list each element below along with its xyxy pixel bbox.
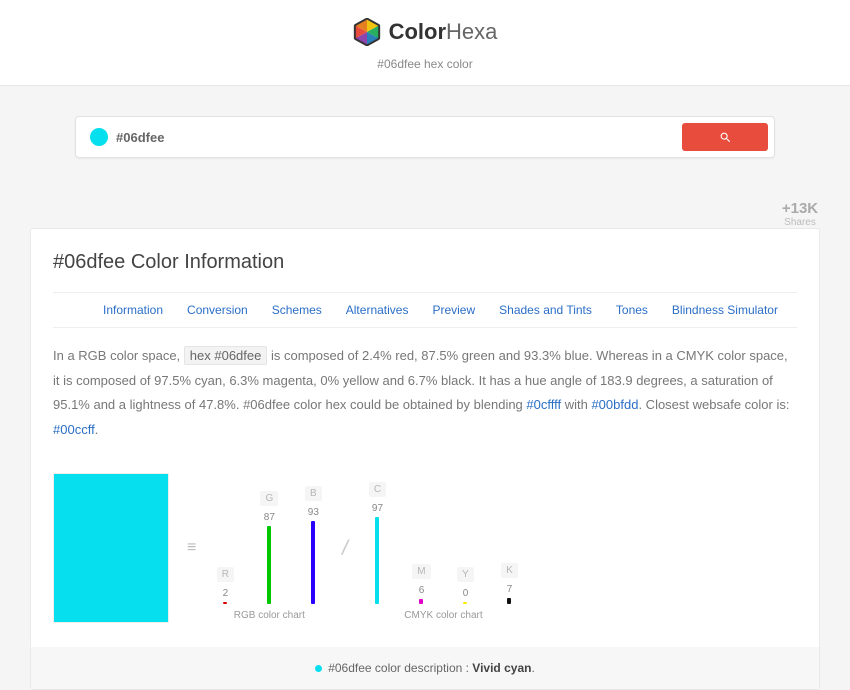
- bar-y: Y0: [454, 567, 476, 604]
- search-bar: [75, 116, 775, 158]
- section-nav: Information Conversion Schemes Alternatives…: [53, 292, 797, 328]
- dot-icon: [315, 665, 322, 672]
- logo-text-main: Color: [389, 19, 446, 44]
- blend-link-2[interactable]: #00bfdd: [591, 397, 638, 412]
- color-swatch: [53, 473, 169, 623]
- search-input[interactable]: [116, 130, 682, 145]
- logo-icon: [353, 18, 381, 46]
- cmyk-chart: C97M6Y0K7 CMYK color chart: [366, 474, 520, 621]
- content-card: #06dfee Color Information Information Con…: [30, 228, 820, 690]
- slash-icon: /: [340, 534, 351, 561]
- nav-schemes[interactable]: Schemes: [272, 303, 322, 317]
- search-button[interactable]: [682, 123, 768, 151]
- bar-g: G87: [258, 491, 280, 604]
- nav-information[interactable]: Information: [103, 303, 163, 317]
- share-count: +13K: [778, 200, 822, 217]
- logo-text-sub: Hexa: [446, 19, 497, 44]
- nav-alternatives[interactable]: Alternatives: [346, 303, 409, 317]
- share-label: Shares: [778, 217, 822, 228]
- page-title: #06dfee Color Information: [53, 251, 797, 274]
- search-icon: [719, 131, 732, 144]
- color-description: #06dfee color description : Vivid cyan.: [31, 647, 819, 689]
- equals-icon: ≡: [187, 539, 196, 557]
- nav-shades-and-tints[interactable]: Shades and Tints: [499, 303, 592, 317]
- rgb-chart: R2G87B93 RGB color chart: [214, 474, 324, 621]
- chart-row: ≡ R2G87B93 RGB color chart / C97M6Y0K7 C…: [53, 463, 797, 647]
- header: ColorHexa #06dfee hex color: [0, 0, 850, 86]
- nav-blindness-simulator[interactable]: Blindness Simulator: [672, 303, 778, 317]
- description: In a RGB color space, hex #06dfee is com…: [53, 344, 797, 443]
- blend-link-1[interactable]: #0cffff: [526, 397, 561, 412]
- bar-m: M6: [410, 564, 432, 604]
- bar-k: K7: [498, 563, 520, 604]
- nav-preview[interactable]: Preview: [432, 303, 475, 317]
- websafe-link[interactable]: #00ccff: [53, 422, 95, 437]
- hex-badge: hex #06dfee: [184, 346, 268, 365]
- page-subtitle: #06dfee hex color: [0, 57, 850, 71]
- nav-conversion[interactable]: Conversion: [187, 303, 248, 317]
- logo[interactable]: ColorHexa: [353, 18, 498, 46]
- bar-r: R2: [214, 567, 236, 604]
- search-swatch-icon: [90, 128, 108, 146]
- bar-b: B93: [302, 486, 324, 605]
- bar-c: C97: [366, 482, 388, 604]
- nav-tones[interactable]: Tones: [616, 303, 648, 317]
